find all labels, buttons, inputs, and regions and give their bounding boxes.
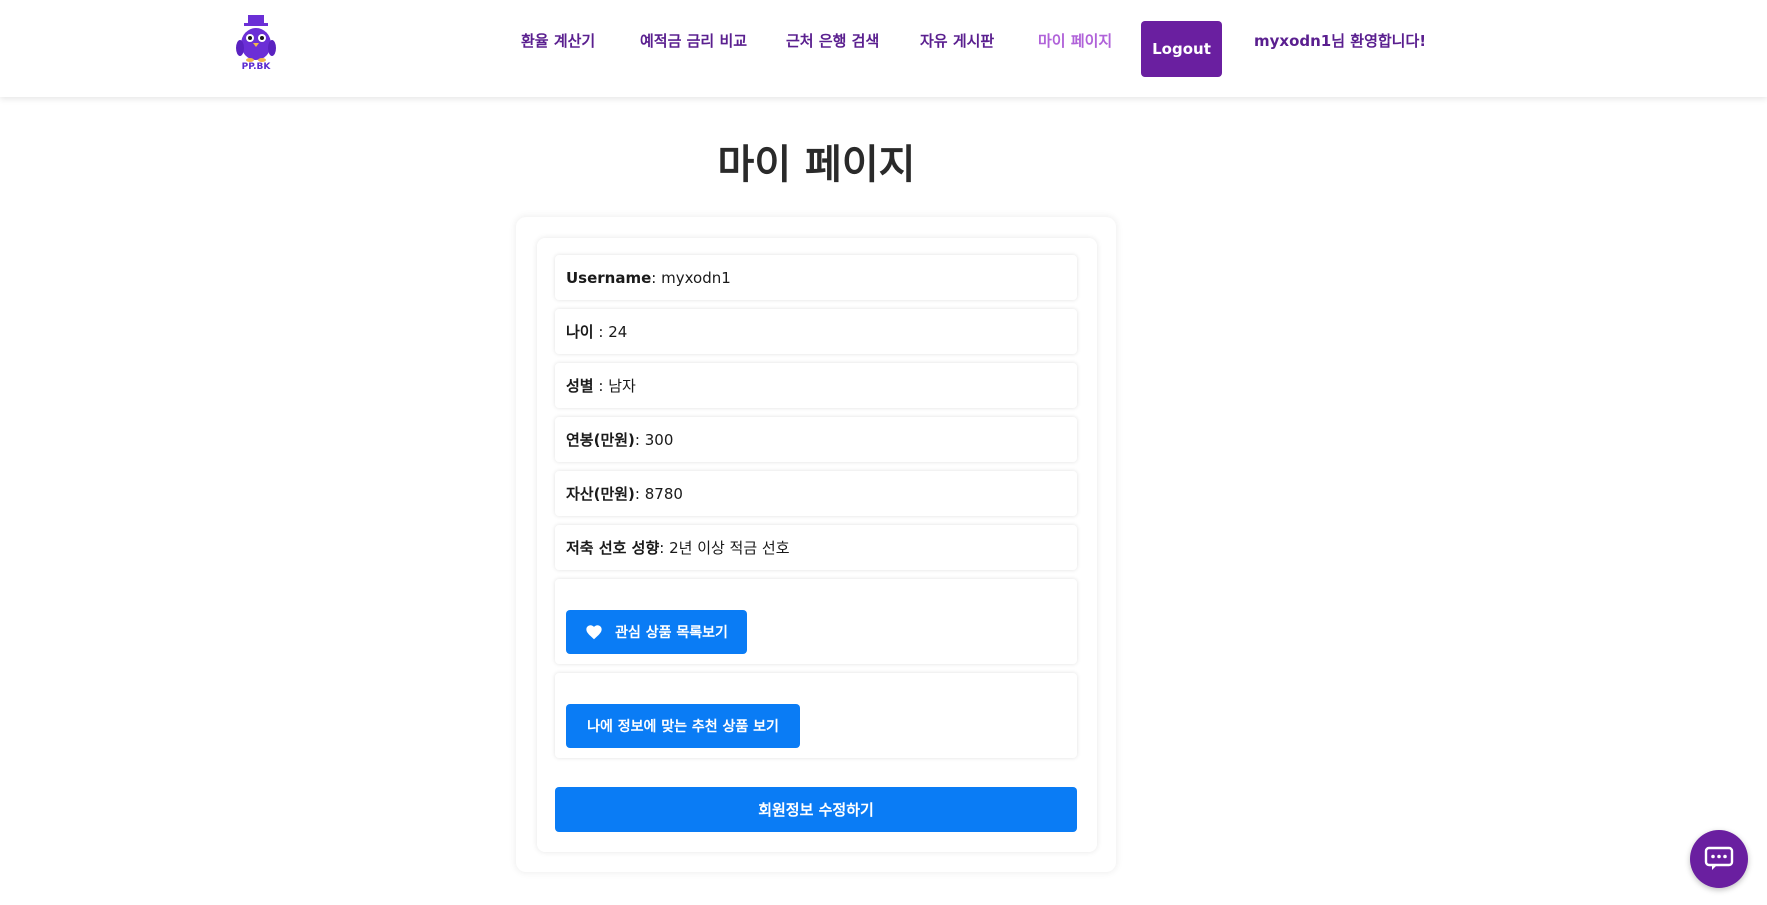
page-title: 마이 페이지 xyxy=(717,142,916,188)
info-row-gender: 성별 : 남자 xyxy=(555,363,1077,408)
penguin-logo-icon xyxy=(236,15,276,62)
wishlist-button[interactable]: 관심 상품 목록보기 xyxy=(566,610,747,654)
info-label: Username xyxy=(566,268,652,287)
nav-nearby-bank-search[interactable]: 근처 은행 검색 xyxy=(786,30,879,51)
info-label: 저축 선호 성향 xyxy=(566,539,660,557)
info-row-username: Username: myxodn1 xyxy=(555,255,1077,300)
chat-button[interactable] xyxy=(1690,830,1748,888)
info-row-saving-preference: 저축 선호 성향: 2년 이상 적금 선호 xyxy=(555,525,1077,570)
info-row-salary: 연봉(만원): 300 xyxy=(555,417,1077,462)
info-label: 성별 xyxy=(566,377,594,395)
info-separator: : xyxy=(651,268,662,287)
info-label: 자산(만원) xyxy=(566,485,635,503)
info-value: 남자 xyxy=(608,377,636,395)
info-value: 8780 xyxy=(644,484,683,503)
heart-icon xyxy=(586,625,602,640)
info-separator: : xyxy=(634,430,645,449)
info-value: 24 xyxy=(608,322,628,341)
logo[interactable]: PP.BK xyxy=(234,14,278,74)
info-separator: : xyxy=(659,538,670,557)
top-navbar: PP.BK 환율 계산기 예적금 금리 비교 근처 은행 검색 자유 게시판 마… xyxy=(0,0,1767,97)
info-separator: : xyxy=(593,322,609,341)
info-row-assets: 자산(만원): 8780 xyxy=(555,471,1077,516)
logo-text: PP.BK xyxy=(241,62,271,72)
info-value: myxodn1 xyxy=(661,268,731,287)
info-label: 연봉(만원) xyxy=(566,431,635,449)
welcome-message: myxodn1님 환영합니다! xyxy=(1254,32,1427,50)
info-separator: : xyxy=(593,376,609,395)
edit-profile-button[interactable]: 회원정보 수정하기 xyxy=(555,787,1077,832)
info-row-age: 나이 : 24 xyxy=(555,309,1077,354)
logout-button[interactable]: Logout xyxy=(1141,21,1222,77)
nav-my-page[interactable]: 마이 페이지 xyxy=(1038,30,1112,51)
wishlist-button-label: 관심 상품 목록보기 xyxy=(615,625,728,641)
info-separator: : xyxy=(634,484,645,503)
info-value: 2년 이상 적금 선호 xyxy=(669,539,790,557)
info-value: 300 xyxy=(644,430,674,449)
chat-bubble-icon xyxy=(1704,846,1734,870)
nav-free-board[interactable]: 자유 게시판 xyxy=(920,30,994,51)
nav-deposit-rate-compare[interactable]: 예적금 금리 비교 xyxy=(640,30,747,51)
recommend-products-button[interactable]: 나에 정보에 맞는 추천 상품 보기 xyxy=(566,704,800,748)
nav-exchange-calculator[interactable]: 환율 계산기 xyxy=(521,30,595,51)
info-label: 나이 xyxy=(566,323,594,341)
